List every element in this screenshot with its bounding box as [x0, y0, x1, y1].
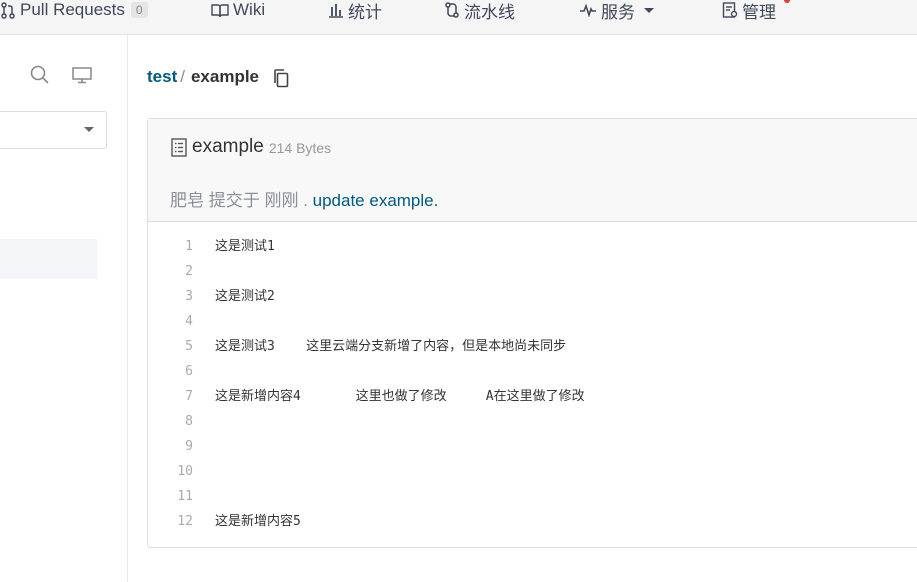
file-size: 214 Bytes	[268, 140, 332, 156]
nav-pipeline-label: 流水线	[464, 2, 515, 22]
monitor-icon[interactable]	[72, 67, 92, 84]
book-icon	[211, 3, 229, 17]
code-line: 4	[148, 309, 917, 334]
line-number[interactable]: 9	[148, 434, 193, 459]
nav-wiki-label: Wiki	[233, 0, 266, 19]
line-number[interactable]: 1	[148, 234, 193, 259]
caret-down-icon	[644, 8, 654, 13]
line-content: 这是新增内容5	[215, 514, 301, 529]
nav-services[interactable]: 服务	[579, 0, 659, 22]
line-number[interactable]: 3	[148, 284, 193, 309]
breadcrumb-file: example	[190, 67, 260, 86]
file-text-icon	[171, 137, 187, 157]
commit-author-time: 肥皂 提交于 刚刚 .	[170, 191, 308, 210]
file-title-row: example 214 Bytes	[171, 135, 331, 159]
line-number[interactable]: 4	[148, 309, 193, 334]
settings-document-icon	[722, 2, 738, 18]
commit-info: 肥皂 提交于 刚刚 . update example.	[170, 186, 438, 211]
top-nav: Pull Requests 0 Wiki 统计 流水线 服务 管理	[0, 0, 917, 35]
code-line: 10	[148, 459, 917, 484]
nav-wiki[interactable]: Wiki	[211, 0, 265, 20]
code-line: 1 这是测试1	[148, 234, 917, 259]
line-number[interactable]: 5	[148, 334, 193, 359]
code-line: 2	[148, 259, 917, 284]
sidebar	[0, 35, 128, 582]
file-viewer: example 214 Bytes 肥皂 提交于 刚刚 . update exa…	[147, 118, 917, 548]
line-number[interactable]: 11	[148, 484, 193, 509]
bar-chart-icon	[329, 3, 343, 18]
branch-select[interactable]	[0, 111, 107, 149]
line-number[interactable]: 6	[148, 359, 193, 384]
pull-request-icon	[1, 1, 15, 19]
nav-manage[interactable]: 管理	[722, 0, 776, 22]
code-line: 3 这是测试2	[148, 284, 917, 309]
breadcrumb: test / example	[147, 66, 289, 88]
line-number[interactable]: 7	[148, 384, 193, 409]
pulse-icon	[580, 3, 596, 17]
line-content: 这是测试3 这里云端分支新增了内容，但是本地尚未同步	[215, 339, 567, 354]
commit-message-link[interactable]: update example.	[313, 191, 439, 210]
line-number[interactable]: 2	[148, 259, 193, 284]
line-content: 这是测试1	[215, 239, 275, 254]
chevron-down-icon	[84, 127, 94, 132]
code-line: 12 这是新增内容5	[148, 509, 917, 534]
line-content: 这是新增内容4 这里也做了修改 A在这里做了修改	[215, 389, 585, 404]
pipeline-icon	[445, 2, 459, 18]
pull-requests-count-badge: 0	[130, 2, 148, 18]
nav-manage-label: 管理	[742, 2, 776, 22]
copy-icon[interactable]	[273, 68, 289, 88]
breadcrumb-separator: /	[180, 67, 185, 86]
line-number[interactable]: 12	[148, 509, 193, 534]
nav-pull-requests[interactable]: Pull Requests 0	[0, 0, 148, 20]
nav-pull-requests-label: Pull Requests	[20, 0, 125, 19]
nav-stats[interactable]: 统计	[328, 0, 382, 22]
code-line: 5 这是测试3 这里云端分支新增了内容，但是本地尚未同步	[148, 334, 917, 359]
nav-stats-label: 统计	[348, 2, 382, 22]
line-content: 这是测试2	[215, 289, 275, 304]
code-line: 6	[148, 359, 917, 384]
sidebar-item-active[interactable]	[0, 239, 97, 279]
code-line: 11	[148, 484, 917, 509]
file-header: example 214 Bytes 肥皂 提交于 刚刚 . update exa…	[148, 119, 917, 222]
breadcrumb-owner-link[interactable]: test	[147, 67, 177, 87]
file-name: example	[192, 136, 264, 157]
line-number[interactable]: 8	[148, 409, 193, 434]
code-line: 9	[148, 434, 917, 459]
code-line: 8	[148, 409, 917, 434]
nav-services-label: 服务	[601, 2, 635, 22]
code-line: 7 这是新增内容4 这里也做了修改 A在这里做了修改	[148, 384, 917, 409]
notification-dot	[784, 0, 790, 3]
line-number[interactable]: 10	[148, 459, 193, 484]
nav-pipeline[interactable]: 流水线	[444, 0, 515, 22]
search-icon[interactable]	[30, 65, 49, 84]
